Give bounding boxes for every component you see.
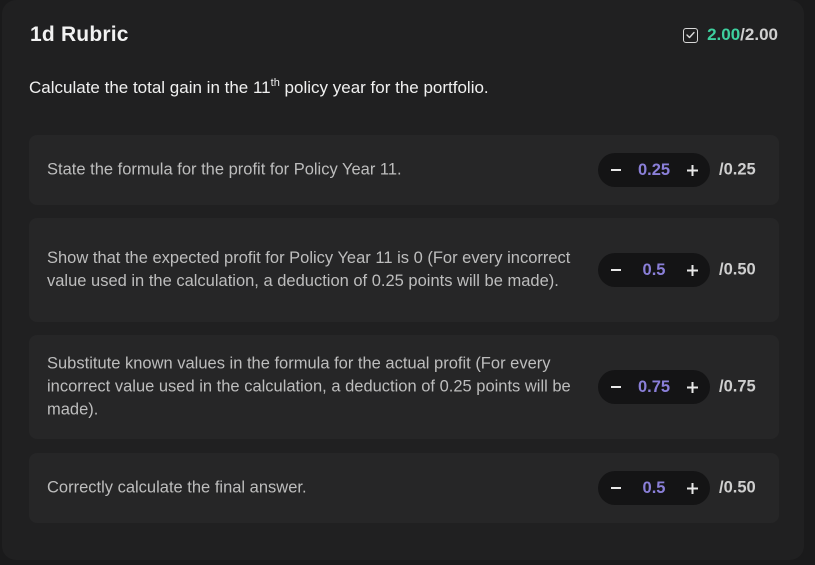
criterion-max: /0.50 [719,260,756,279]
plus-icon[interactable] [684,262,700,278]
criterion-row: Substitute known values in the formula f… [29,335,779,439]
plus-icon[interactable] [684,480,700,496]
criterion-row: Correctly calculate the final answer. 0.… [29,453,779,523]
criterion-text: State the formula for the profit for Pol… [47,160,402,179]
stepper-value[interactable]: 0.5 [624,479,684,498]
criterion-text: Show that the expected profit for Policy… [47,249,571,290]
criterion-max: /0.25 [719,160,756,179]
minus-icon[interactable] [608,480,624,496]
question-superscript: th [270,77,280,89]
criterion-max: /0.50 [719,478,756,497]
rubric-title: 1d Rubric [30,23,129,46]
rubric-panel: 1d Rubric 2.00/2.00 Calculate the total … [2,0,804,560]
question-suffix: policy year for the portfolio. [279,78,489,97]
score-max: 2.00 [744,25,778,44]
minus-icon[interactable] [608,162,624,178]
total-score: 2.00/2.00 [683,25,778,45]
criterion-text: Correctly calculate the final answer. [47,478,307,497]
score-earned: 2.00 [707,25,741,44]
minus-icon[interactable] [608,262,624,278]
minus-icon[interactable] [608,379,624,395]
rubric-header: 1d Rubric 2.00/2.00 [30,22,778,48]
stepper-value[interactable]: 0.75 [624,378,684,397]
plus-icon[interactable] [684,379,700,395]
question-prefix: Calculate the total gain in the 11 [29,78,271,97]
score-stepper: 0.75 [598,370,710,404]
criterion-row: Show that the expected profit for Policy… [29,218,779,322]
checkbox-checked-icon [683,27,699,43]
score-stepper: 0.25 [598,153,710,187]
criterion-text: Substitute known values in the formula f… [47,354,571,419]
score-stepper: 0.5 [598,253,710,287]
stepper-value[interactable]: 0.25 [624,161,684,180]
question-text: Calculate the total gain in the 11th pol… [29,78,489,98]
plus-icon[interactable] [684,162,700,178]
score-stepper: 0.5 [598,471,710,505]
stepper-value[interactable]: 0.5 [624,261,684,280]
criterion-row: State the formula for the profit for Pol… [29,135,779,205]
criterion-max: /0.75 [719,377,756,396]
